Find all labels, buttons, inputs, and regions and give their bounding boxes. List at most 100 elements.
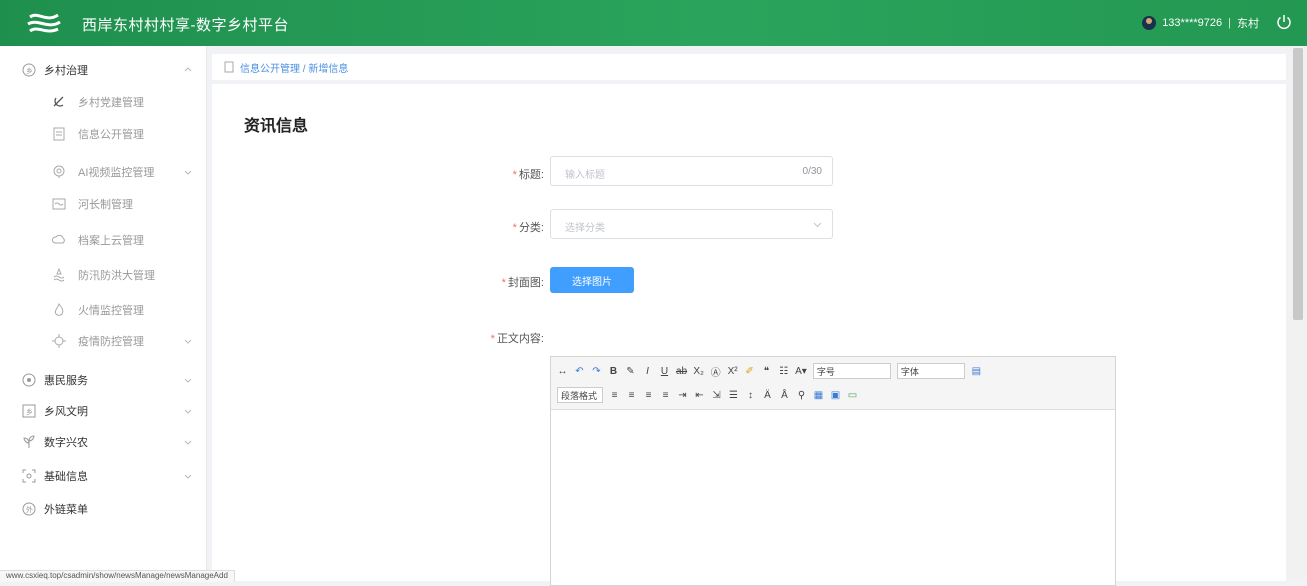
avatar[interactable] [1142,16,1157,30]
culture-icon: 乡 [22,404,36,418]
title-input[interactable]: 输入标题 0/30 [550,156,833,186]
service-icon [22,373,36,387]
sidebar-item-fire[interactable]: 火情监控管理 [0,297,206,323]
align-left-icon[interactable]: ≡ [609,387,620,403]
breadcrumb-path[interactable]: 信息公开管理 / 新增信息 [240,60,348,75]
align-right-icon[interactable]: ≡ [643,387,654,403]
font-color-icon[interactable]: A▾ [795,363,807,379]
required-mark: * [490,333,495,345]
user-phone[interactable]: 133****9726 [1162,17,1222,29]
sidebar-item-archive-cloud[interactable]: 档案上云管理 [0,227,206,253]
source-code-icon[interactable]: ↔ [557,363,568,379]
char-border-icon[interactable]: Ⓐ [710,363,721,379]
info-icon [22,469,36,483]
sidebar-item-ai-camera[interactable]: AI视频监控管理 [0,159,206,185]
font-family-select[interactable]: 字体 [896,363,965,379]
sidebar-item-epidemic[interactable]: 疫情防控管理 [0,328,206,354]
chevron-down-icon [184,339,192,344]
font-size-select[interactable]: 字号 [812,363,891,379]
breadcrumb: 信息公开管理 / 新增信息 [212,54,1286,80]
svg-text:乡: 乡 [26,408,33,416]
sidebar-item-party-building[interactable]: 乡村党建管理 [0,89,206,115]
user-village[interactable]: 东村 [1237,15,1259,31]
top-header: 西岸东村村村享-数字乡村平台 133****9726 | 东村 [0,0,1307,46]
letter-spacing-icon[interactable]: Ä [762,387,773,403]
sidebar-item-governance[interactable]: 乡 乡村治理 [0,57,206,83]
chevron-up-icon [184,67,192,72]
title-placeholder: 输入标题 [565,170,605,181]
link-icon: 外 [22,502,36,516]
editor-toolbar: ↔ ↶ ↷ B ✎ I U ab X₂ Ⓐ X² ✐ ❝ ☷ A▾ 字号 字体 … [551,357,1115,410]
epidemic-icon [52,334,66,348]
redo-icon[interactable]: ↷ [591,363,602,379]
chevron-down-icon [184,409,192,414]
subscript-icon[interactable]: X₂ [693,363,704,379]
font-size-up-icon[interactable]: ▤ [971,363,982,379]
sidebar-item-agriculture[interactable]: 数字兴农 [0,429,206,455]
cover-label: * 封面图: [501,277,544,289]
sidebar-item-service[interactable]: 惠民服务 [0,367,206,393]
sidebar-item-culture[interactable]: 乡 乡风文明 [0,398,206,424]
camera-icon [53,165,65,178]
category-select[interactable]: 选择分类 [550,209,833,239]
chevron-down-icon [184,378,192,383]
font-fit-icon[interactable]: Å [779,387,790,403]
chevron-down-icon [184,170,192,175]
search-icon[interactable]: ⚲ [796,387,807,403]
sidebar-item-river-chief[interactable]: 河长制管理 [0,191,206,217]
logout-power-icon[interactable] [1275,13,1293,31]
pure-text-icon[interactable]: ☷ [778,363,789,379]
document-icon [224,61,234,73]
paragraph-format-select[interactable]: 段落格式 [557,387,603,403]
app-title: 西岸东村村村享-数字乡村平台 [82,17,289,34]
italic-icon[interactable]: I [642,363,653,379]
toolbar-row-2: 段落格式 ≡ ≡ ≡ ≡ ⇥ ⇤ ⇲ ☰ ↕ Ä Å ⚲ ▦ ▣ ▭ [557,385,858,405]
main-content: 资讯信息 * 标题: 输入标题 0/30 * 分类: 选择分类 * 封面图: 选择图片… [212,84,1286,586]
save-icon[interactable]: ▣ [830,387,841,403]
strikethrough-icon[interactable]: ab [676,363,687,379]
user-separator: | [1228,17,1231,29]
underline-icon[interactable]: U [659,363,670,379]
user-menu[interactable]: 133****9726 | 东村 [1142,15,1259,31]
river-icon [52,198,66,210]
rich-text-editor[interactable]: ↔ ↶ ↷ B ✎ I U ab X₂ Ⓐ X² ✐ ❝ ☷ A▾ 字号 字体 … [550,356,1116,586]
sidebar-item-flood[interactable]: 防汛防洪大管理 [0,262,206,288]
clear-format-icon[interactable]: ✎ [625,363,636,379]
sidebar: 乡 乡村治理 乡村党建管理 信息公开管理 AI视频监控管理 河长制管理 档案上云… [0,46,207,581]
required-mark: * [501,277,506,289]
superscript-icon[interactable]: X² [727,363,738,379]
sidebar-item-basic-info[interactable]: 基础信息 [0,463,206,489]
governance-icon: 乡 [22,63,36,77]
scrollbar-thumb[interactable] [1293,48,1303,320]
svg-text:乡: 乡 [26,67,33,75]
image-icon[interactable]: ▭ [847,387,858,403]
unordered-list-icon[interactable]: ☰ [728,387,739,403]
undo-icon[interactable]: ↶ [574,363,585,379]
category-placeholder: 选择分类 [565,223,605,234]
indent-icon[interactable]: ⇲ [711,387,722,403]
align-justify-icon[interactable]: ≡ [660,387,671,403]
content-label: * 正文内容: [490,333,544,345]
select-image-button[interactable]: 选择图片 [550,267,634,293]
title-label: * 标题: [512,169,544,181]
browser-status-url: www.csxieq.top/csadmin/show/newsManage/n… [0,570,235,582]
agriculture-icon [23,435,35,448]
blockquote-icon[interactable]: ❝ [761,363,772,379]
sidebar-item-info-public[interactable]: 信息公开管理 [0,121,206,147]
fire-icon [54,303,64,316]
format-painter-icon[interactable]: ✐ [744,363,755,379]
bold-icon[interactable]: B [608,363,619,379]
chevron-down-icon [184,474,192,479]
page-title: 资讯信息 [244,118,309,135]
line-height-icon[interactable]: ↕ [745,387,756,403]
toolbar-row-1: ↔ ↶ ↷ B ✎ I U ab X₂ Ⓐ X² ✐ ❝ ☷ A▾ 字号 字体 … [557,361,982,381]
ltr-icon[interactable]: ⇥ [677,387,688,403]
title-char-count: 0/30 [802,166,822,177]
table-icon[interactable]: ▦ [813,387,824,403]
logo-icon [27,13,61,33]
party-icon [53,96,64,107]
sidebar-item-external-links[interactable]: 外 外链菜单 [0,496,206,522]
align-center-icon[interactable]: ≡ [626,387,637,403]
rtl-icon[interactable]: ⇤ [694,387,705,403]
vertical-scrollbar[interactable] [1289,46,1307,581]
